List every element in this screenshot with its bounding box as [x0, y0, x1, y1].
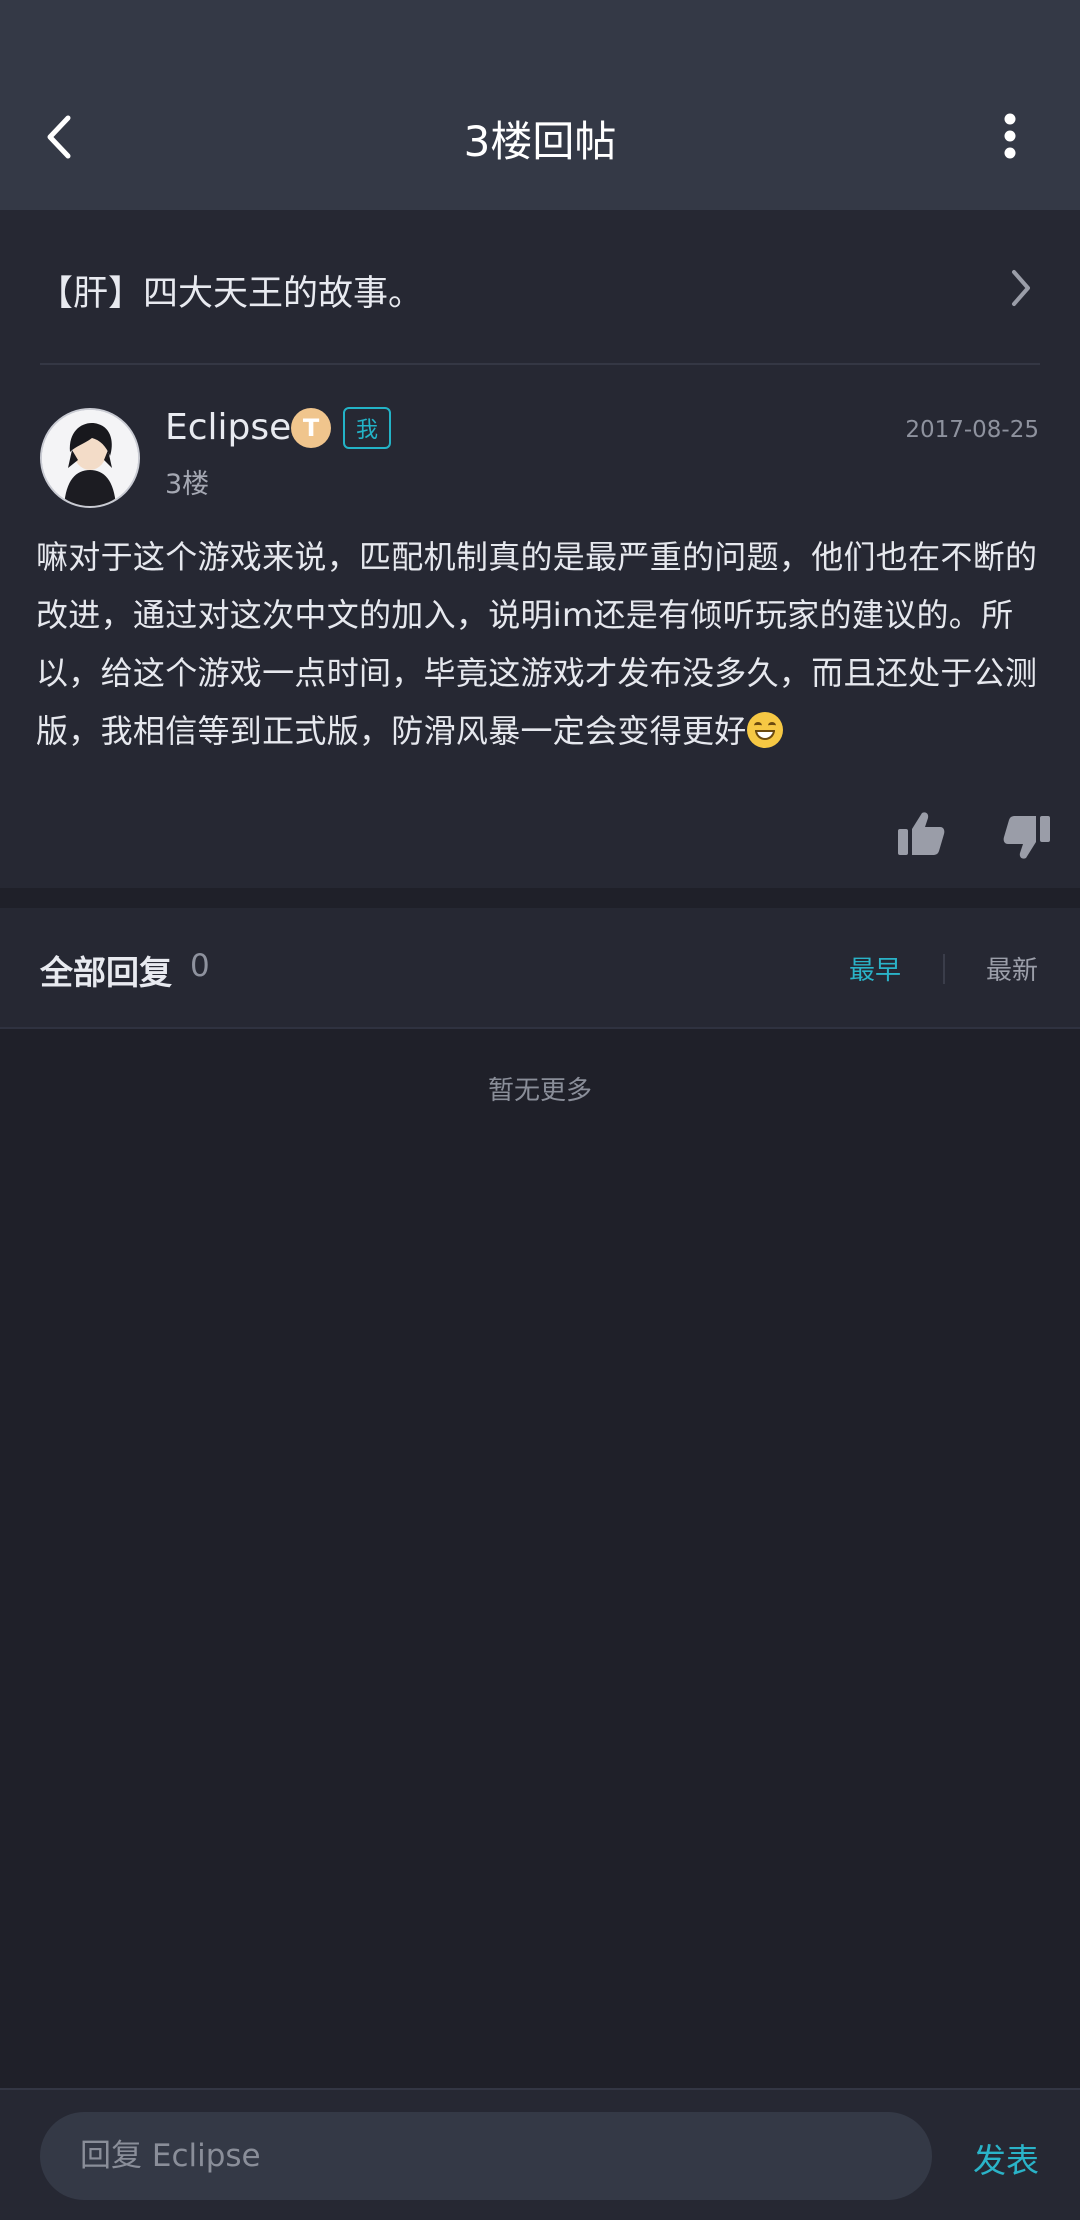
- vertical-dots-icon: [1004, 113, 1016, 159]
- reply-input[interactable]: [40, 2112, 932, 2200]
- sort-separator: [943, 954, 945, 984]
- post-body-text: 嘛对于这个游戏来说，匹配机制真的是最严重的问题，他们也在不断的改进，通过对这次中…: [36, 538, 1038, 750]
- publish-button[interactable]: 发表: [973, 2134, 1039, 2182]
- chevron-right-icon: [1012, 270, 1030, 306]
- divider: [0, 1027, 1080, 1029]
- divider: [40, 363, 1040, 365]
- replies-count: 0: [190, 948, 210, 984]
- post-card: 【肝】四大天王的故事。 Eclipse T 我 3楼 2017-08-25 嘛对…: [0, 210, 1080, 888]
- dislike-button[interactable]: [1002, 812, 1052, 862]
- reply-bar: 发表: [0, 2088, 1080, 2220]
- avatar-image: [42, 410, 138, 506]
- me-tag: 我: [343, 407, 391, 449]
- thumbs-down-icon: [1003, 816, 1050, 859]
- more-options-button[interactable]: [990, 108, 1030, 164]
- floor-label: 3楼: [165, 469, 210, 500]
- thumbs-up-icon: [898, 812, 945, 855]
- username[interactable]: Eclipse: [165, 407, 291, 448]
- page-title: 3楼回帖: [463, 117, 617, 166]
- sort-newest-tab[interactable]: 最新: [986, 950, 1038, 987]
- sort-earliest-tab[interactable]: 最早: [849, 950, 901, 987]
- level-badge: T: [291, 408, 331, 448]
- like-button[interactable]: [896, 809, 946, 859]
- top-app-bar: 3楼回帖: [0, 0, 1080, 210]
- replies-header: 全部回复 0 最早 最新: [0, 908, 1080, 1028]
- empty-replies-text: 暂无更多: [487, 1076, 592, 1106]
- grinning-emoji-icon: [746, 712, 783, 748]
- avatar[interactable]: [40, 408, 140, 508]
- post-body: 嘛对于这个游戏来说，匹配机制真的是最严重的问题，他们也在不断的改进，通过对这次中…: [36, 528, 1046, 760]
- post-date: 2017-08-25: [905, 417, 1039, 443]
- thread-title: 【肝】四大天王的故事。: [38, 274, 424, 314]
- replies-title: 全部回复: [40, 953, 172, 992]
- thread-link[interactable]: 【肝】四大天王的故事。: [0, 210, 1080, 364]
